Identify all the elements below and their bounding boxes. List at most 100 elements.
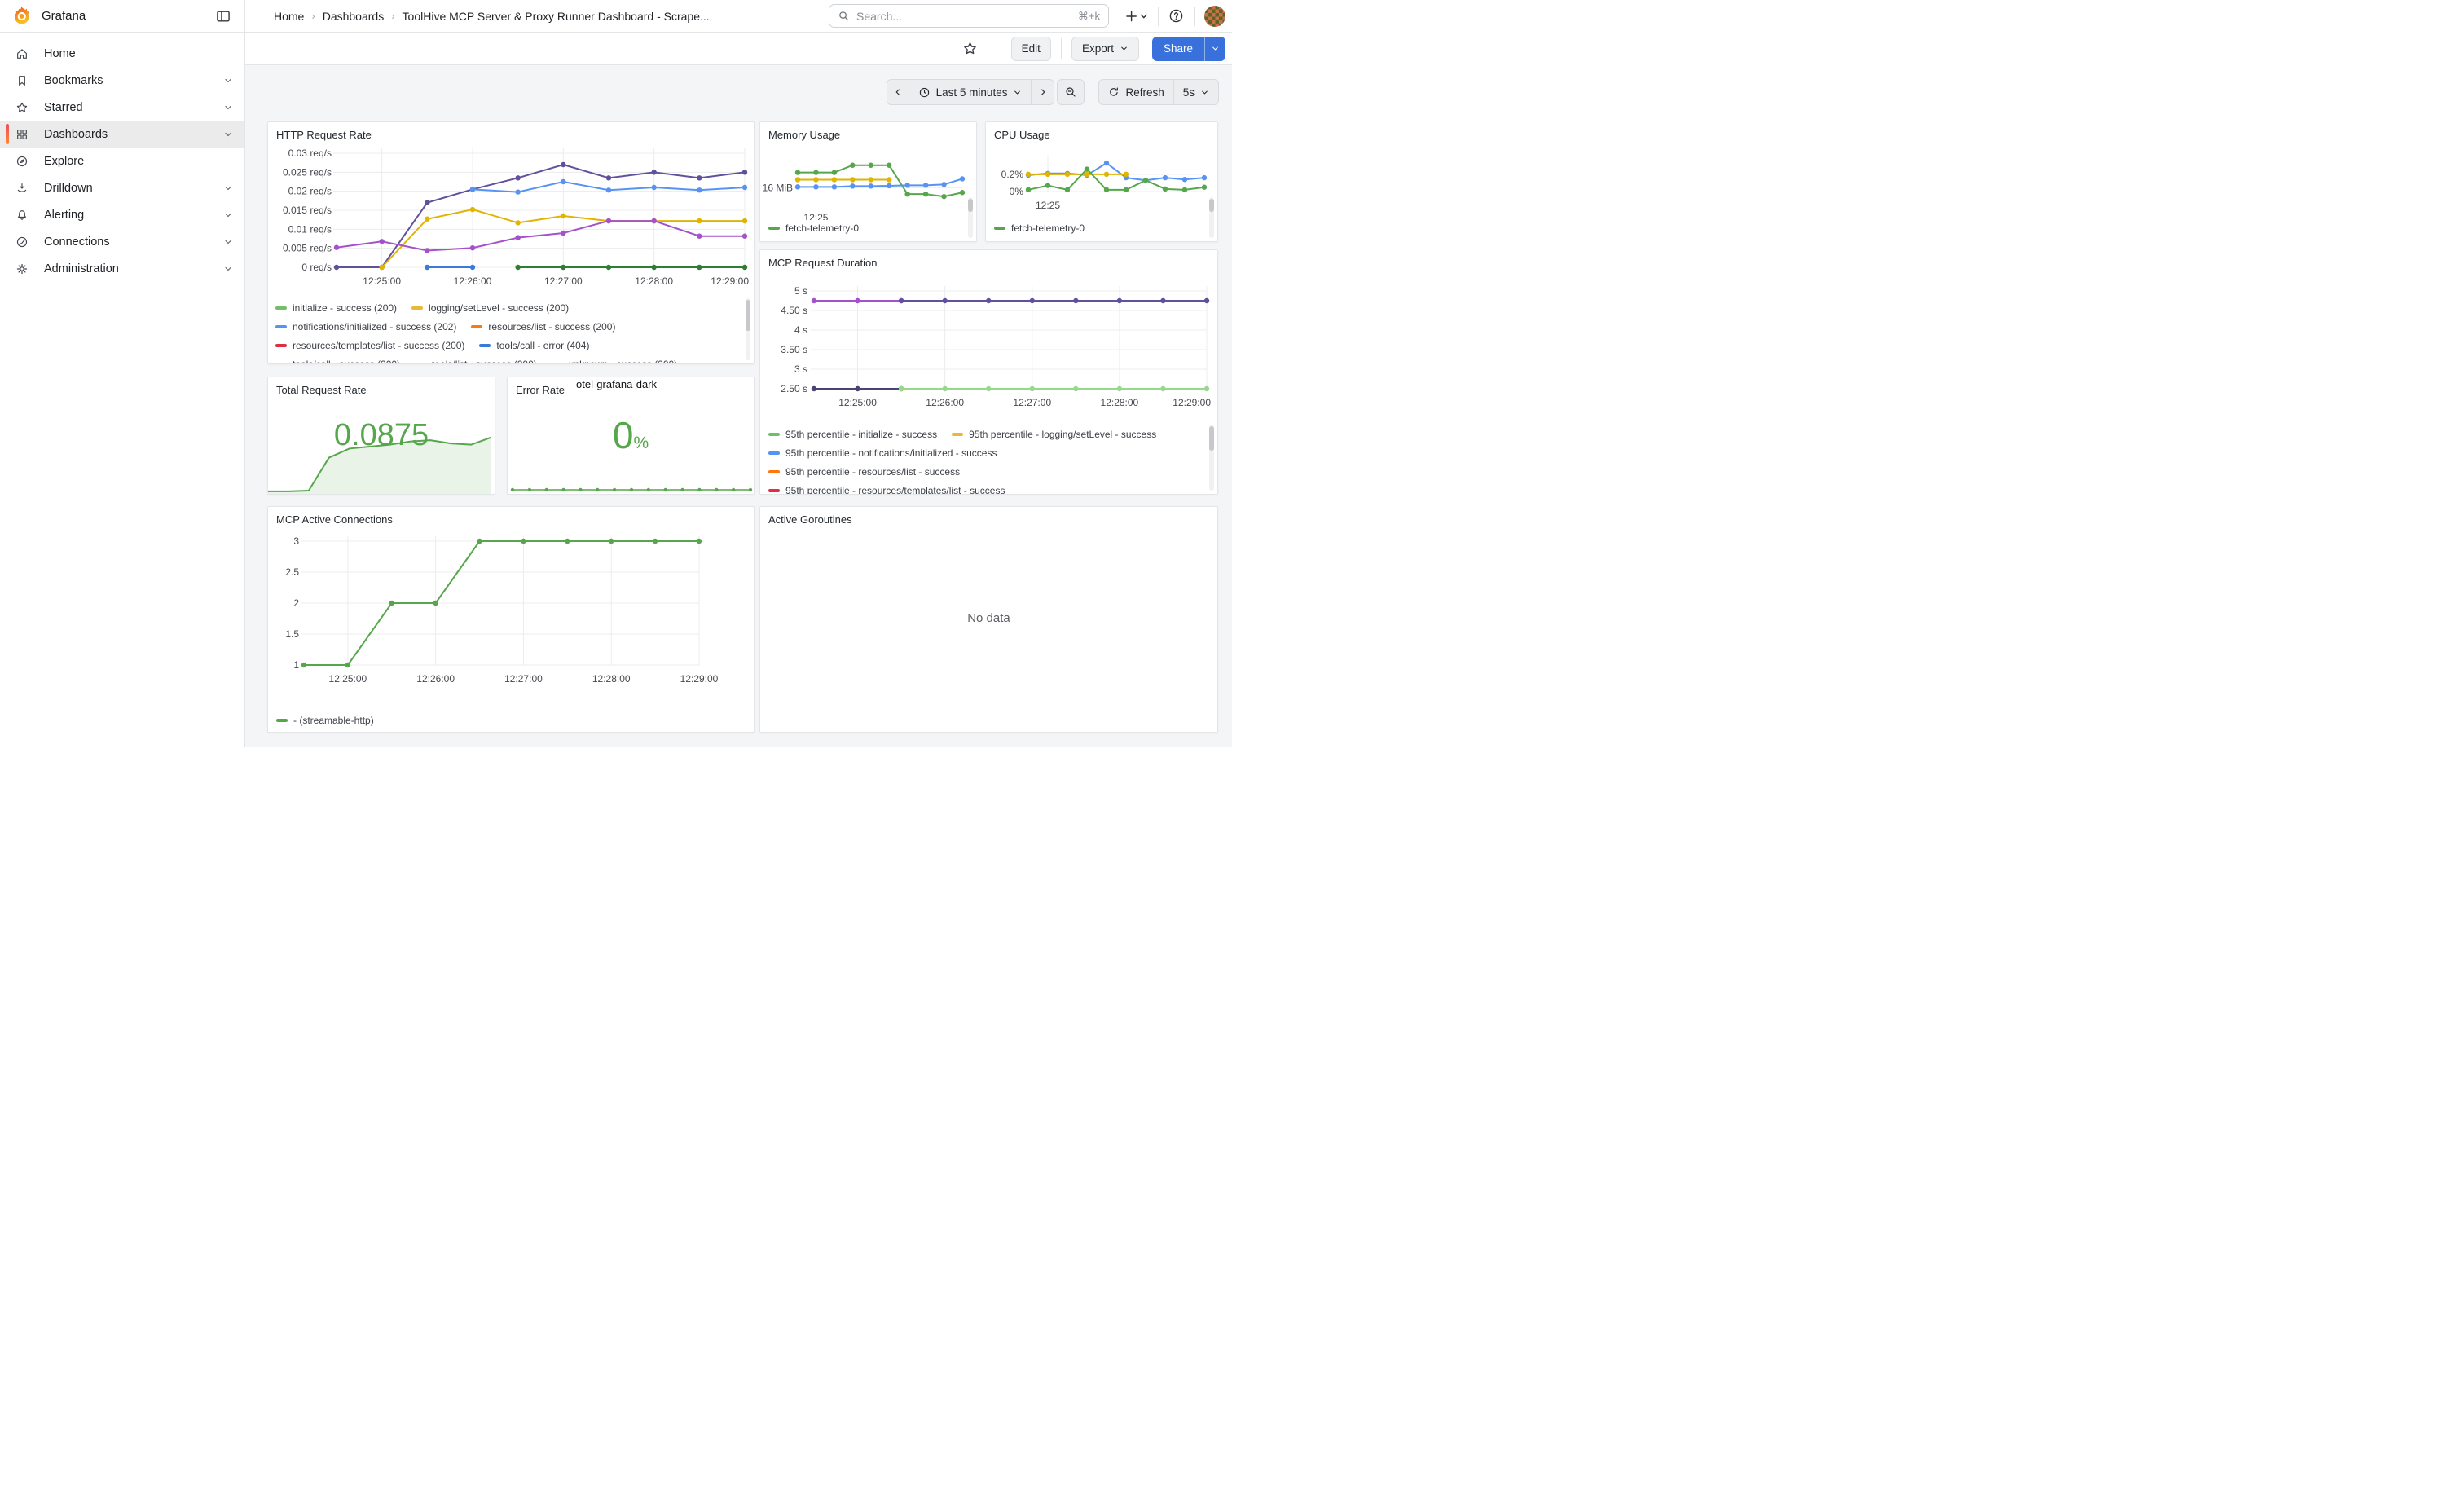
sidebar-item-label: Starred	[44, 101, 83, 114]
stat-unit: %	[633, 434, 649, 452]
chevron-down-icon[interactable]	[223, 264, 233, 274]
svg-text:12:28:00: 12:28:00	[592, 673, 631, 685]
chart-memory: 16 MiB12:25	[762, 143, 973, 220]
legend-item[interactable]: 95th percentile - logging/setLevel - suc…	[952, 429, 1156, 440]
sidebar-toggle-icon[interactable]	[215, 8, 231, 24]
grafana-logo-icon[interactable]	[11, 6, 32, 26]
svg-text:0.01 req/s: 0.01 req/s	[288, 223, 332, 235]
panel-active-goroutines: Active Goroutines No data	[759, 506, 1218, 733]
svg-text:0.015 req/s: 0.015 req/s	[283, 205, 332, 216]
legend-item[interactable]: tools/call - success (200)	[275, 359, 400, 365]
sidebar-item-bookmarks[interactable]: Bookmarks	[0, 67, 244, 94]
panel-http-request-rate: HTTP Request Rate 0.03 req/s0.025 req/s0…	[267, 121, 755, 364]
chart-conn: 32.521.5112:25:0012:26:0012:27:0012:28:0…	[275, 531, 749, 706]
edit-button[interactable]: Edit	[1011, 37, 1051, 61]
legend: initialize - success (200) logging/setLev…	[275, 298, 741, 364]
legend-item[interactable]: tools/list - success (200)	[415, 359, 537, 365]
breadcrumb: Home › Dashboards › ToolHive MCP Server …	[274, 10, 710, 23]
breadcrumb-separator: ›	[311, 10, 315, 22]
svg-text:12:28:00: 12:28:00	[635, 275, 673, 287]
zoom-out-button[interactable]	[1057, 79, 1085, 105]
time-back-button[interactable]	[887, 79, 909, 105]
panel-title[interactable]: HTTP Request Rate	[268, 122, 754, 141]
chevron-down-icon[interactable]	[223, 237, 233, 247]
time-range-picker[interactable]: Last 5 minutes	[909, 79, 1032, 105]
search-box[interactable]: ⌘+k	[829, 4, 1109, 28]
svg-text:12:26:00: 12:26:00	[454, 275, 492, 287]
svg-text:0 req/s: 0 req/s	[301, 262, 332, 273]
sidebar-item-dashboards[interactable]: Dashboards	[0, 121, 244, 148]
legend-item[interactable]: 95th percentile - resources/list - succe…	[768, 466, 960, 478]
svg-text:0.005 req/s: 0.005 req/s	[283, 243, 332, 254]
svg-text:0.2%: 0.2%	[1001, 169, 1024, 180]
legend-scrollbar-thumb[interactable]	[1209, 199, 1214, 212]
legend-item[interactable]: 95th percentile - notifications/initiali…	[768, 447, 997, 459]
drilldown-icon	[15, 182, 29, 195]
sidebar-item-home[interactable]: Home	[0, 40, 244, 67]
legend-item[interactable]: initialize - success (200)	[275, 302, 397, 314]
breadcrumb-home[interactable]: Home	[274, 10, 304, 23]
legend-item[interactable]: logging/setLevel - success (200)	[411, 302, 569, 314]
chevron-down-icon[interactable]	[223, 130, 233, 139]
chevron-down-icon[interactable]	[223, 76, 233, 86]
panel-title[interactable]: CPU Usage	[986, 122, 1217, 141]
sidebar-item-alerting[interactable]: Alerting	[0, 201, 244, 228]
legend-item[interactable]: resources/templates/list - success (200)	[275, 340, 464, 351]
panel-title[interactable]: Active Goroutines	[760, 507, 1217, 526]
sidebar-item-starred[interactable]: Starred	[0, 94, 244, 121]
add-button[interactable]	[1125, 10, 1148, 23]
legend-color-chip	[994, 227, 1005, 230]
sidebar-item-connections[interactable]: Connections	[0, 228, 244, 255]
panel-title[interactable]: MCP Active Connections	[268, 507, 754, 526]
sidebar-item-administration[interactable]: Administration	[0, 255, 244, 282]
legend-label: - (streamable-http)	[293, 715, 374, 726]
breadcrumb-dashboards[interactable]: Dashboards	[323, 10, 385, 23]
chevron-down-icon[interactable]	[223, 183, 233, 193]
panel-title[interactable]: MCP Request Duration	[760, 250, 1217, 269]
panel-title[interactable]: Memory Usage	[760, 122, 976, 141]
svg-text:0%: 0%	[1010, 186, 1024, 197]
search-input[interactable]	[856, 10, 1071, 23]
svg-text:2: 2	[293, 597, 299, 609]
sidebar-item-drilldown[interactable]: Drilldown	[0, 174, 244, 201]
legend-scrollbar-thumb[interactable]	[968, 199, 973, 212]
legend-label: 95th percentile - initialize - success	[785, 429, 937, 440]
legend-item[interactable]: 95th percentile - resources/templates/li…	[768, 485, 1005, 495]
dashboard-toolbar: Edit Export Share	[245, 33, 1232, 65]
legend-item[interactable]: fetch-telemetry-0	[768, 222, 859, 234]
legend-scrollbar-thumb[interactable]	[1209, 426, 1214, 451]
export-button[interactable]: Export	[1071, 37, 1139, 61]
chevron-down-icon[interactable]	[223, 210, 233, 220]
legend-item[interactable]: - (streamable-http)	[276, 715, 374, 726]
time-forward-button[interactable]	[1032, 79, 1054, 105]
legend-item[interactable]: resources/list - success (200)	[471, 321, 615, 333]
refresh-button[interactable]: Refresh	[1098, 79, 1173, 105]
legend-item[interactable]: 95th percentile - initialize - success	[768, 429, 937, 440]
legend-scrollbar-thumb[interactable]	[746, 300, 750, 331]
share-menu-caret[interactable]	[1204, 37, 1225, 61]
share-button[interactable]: Share	[1152, 37, 1204, 61]
legend-color-chip	[768, 470, 780, 473]
legend-item[interactable]: tools/call - error (404)	[479, 340, 589, 351]
svg-text:12:26:00: 12:26:00	[926, 397, 964, 408]
panel-memory-usage: Memory Usage 16 MiB12:25 fetch-telemetry…	[759, 121, 977, 242]
chevron-down-icon[interactable]	[223, 103, 233, 112]
avatar[interactable]	[1204, 6, 1225, 27]
time-controls: Last 5 minutes Refresh 5s	[887, 79, 1219, 105]
svg-text:2.50 s: 2.50 s	[781, 383, 807, 394]
legend-label: resources/templates/list - success (200)	[293, 340, 464, 351]
legend: fetch-telemetry-0	[768, 218, 859, 237]
legend-item[interactable]: fetch-telemetry-0	[994, 222, 1085, 234]
svg-text:12:27:00: 12:27:00	[504, 673, 543, 685]
legend-color-chip	[276, 719, 288, 722]
legend-color-chip	[768, 451, 780, 455]
legend-item[interactable]: notifications/initialized - success (202…	[275, 321, 456, 333]
favorite-star-icon[interactable]	[962, 41, 978, 56]
legend-label: 95th percentile - notifications/initiali…	[785, 447, 997, 459]
legend-label: tools/call - error (404)	[496, 340, 589, 351]
legend-item[interactable]: unknown - success (200)	[552, 359, 677, 365]
sidebar-item-explore[interactable]: Explore	[0, 148, 244, 174]
search-icon	[838, 10, 850, 22]
refresh-interval-picker[interactable]: 5s	[1174, 79, 1219, 105]
help-icon[interactable]	[1168, 8, 1184, 24]
